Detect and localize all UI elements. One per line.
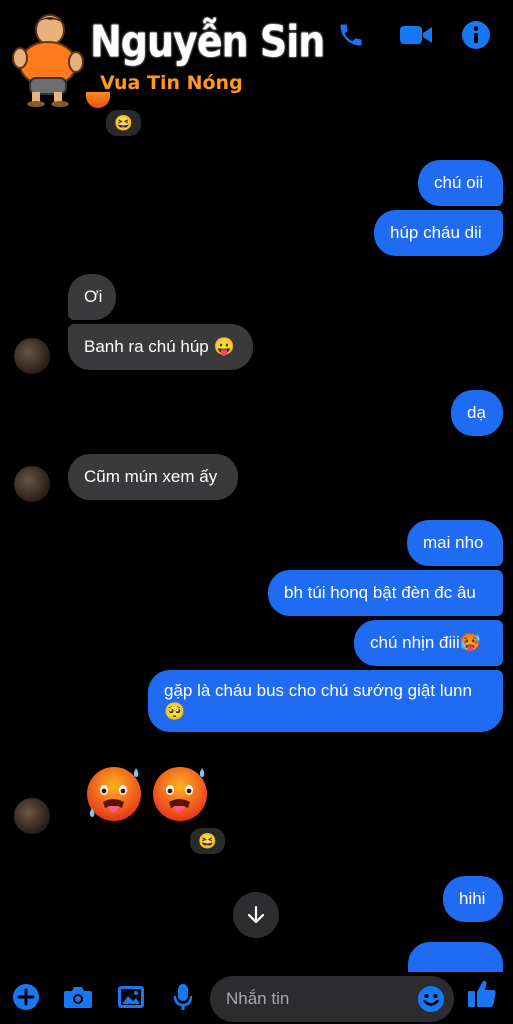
emoji-icon[interactable]: [417, 985, 445, 1013]
hot-face-emoji[interactable]: [84, 762, 146, 824]
message-incoming[interactable]: Ơi: [68, 274, 116, 320]
message-outgoing[interactable]: chú oii: [418, 160, 503, 206]
hot-face-emoji[interactable]: [150, 762, 212, 824]
watermark-name: Nguyễn Sin: [90, 16, 325, 67]
camera-icon[interactable]: [63, 982, 93, 1012]
message-outgoing[interactable]: dạ: [451, 390, 503, 436]
message-outgoing[interactable]: bh túi honq bật đèn đc âu: [268, 570, 503, 616]
message-outgoing[interactable]: húp cháu dii: [374, 210, 503, 256]
thumbs-up-icon[interactable]: [466, 978, 498, 1010]
message-outgoing[interactable]: hihi: [443, 876, 503, 922]
message-incoming[interactable]: Cũm mún xem ấy: [68, 454, 238, 500]
reaction-badge[interactable]: 😆: [104, 108, 143, 138]
message-incoming[interactable]: Banh ra chú húp 😛: [68, 324, 253, 370]
arrow-down-icon: [247, 905, 265, 924]
gallery-icon[interactable]: [116, 982, 146, 1012]
plus-icon[interactable]: [11, 982, 41, 1012]
watermark-mascot: [10, 8, 88, 108]
scroll-to-bottom-button[interactable]: [233, 892, 279, 938]
contact-avatar[interactable]: [14, 798, 50, 834]
message-outgoing[interactable]: mai nho: [407, 520, 503, 566]
conversation-header: Nguyễn Sin Vua Tin Nóng: [0, 0, 513, 112]
video-call-icon[interactable]: [396, 18, 436, 52]
message-outgoing[interactable]: chú nhịn điii🥵: [354, 620, 503, 666]
reaction-badge[interactable]: 😆: [188, 826, 227, 856]
microphone-icon[interactable]: [168, 982, 198, 1012]
contact-avatar[interactable]: [14, 466, 50, 502]
info-icon[interactable]: [459, 18, 493, 52]
watermark-tagline: Vua Tin Nóng: [100, 72, 243, 94]
message-line: gặp là cháu bus cho chú sướng giật lunn: [164, 681, 472, 700]
contact-avatar[interactable]: [14, 338, 50, 374]
message-line: 🥺: [164, 702, 186, 721]
phone-icon[interactable]: [334, 18, 368, 52]
message-outgoing[interactable]: gặp là cháu bus cho chú sướng giật lunn …: [148, 670, 503, 732]
